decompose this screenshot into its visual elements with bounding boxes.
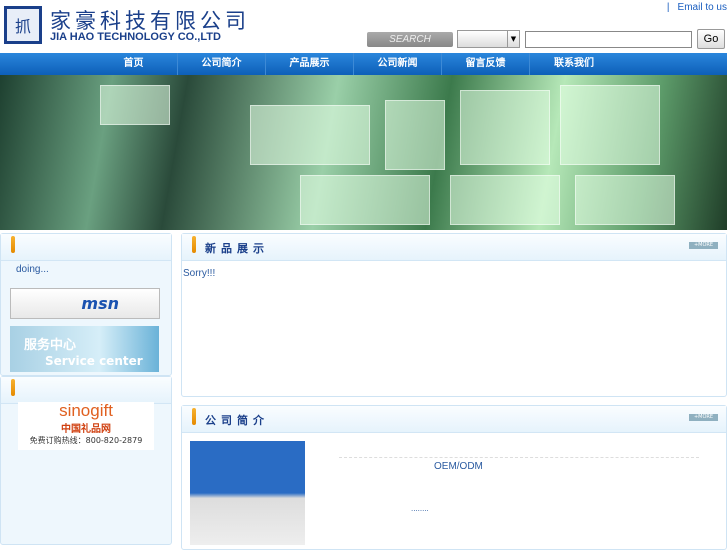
separator: | xyxy=(666,2,670,13)
products-content: Sorry!!! xyxy=(183,268,216,279)
products-more-button[interactable]: +MORE xyxy=(689,242,718,249)
nav-products[interactable]: 产品展示 xyxy=(266,53,354,75)
company-name-en: JIA HAO TECHNOLOGY CO.,LTD xyxy=(50,31,221,43)
nav-contact[interactable]: 联系我们 xyxy=(530,53,618,75)
panel-header: 新品展示 +MORE xyxy=(182,234,726,261)
more-dots: ........ xyxy=(411,504,429,513)
email-area: | Email to us xyxy=(667,2,727,13)
nav-about[interactable]: 公司简介 xyxy=(178,53,266,75)
search-label: SEARCH xyxy=(367,32,453,47)
sinogift-cn: 中国礼品网 xyxy=(61,424,111,435)
msn-label: msn xyxy=(81,294,119,313)
products-title: 新品展示 xyxy=(205,242,269,255)
orange-bar-icon xyxy=(11,236,15,253)
sinogift-hotline: 免费订购热线：800-820-2879 xyxy=(29,436,143,445)
sinogift-logo: sinogift xyxy=(59,401,113,420)
company-photo xyxy=(190,441,305,545)
chevron-down-icon[interactable]: ▼ xyxy=(507,31,519,47)
orange-bar-icon xyxy=(192,236,196,253)
main-nav: 首页 公司简介 产品展示 公司新闻 留言反馈 联系我们 xyxy=(0,53,727,75)
service-en: Service center xyxy=(45,354,143,368)
about-title: 公司简介 xyxy=(205,414,269,427)
orange-bar-icon xyxy=(11,379,15,396)
banner-image xyxy=(0,75,727,230)
search-input[interactable] xyxy=(525,31,692,48)
sinogift-link[interactable]: sinogift 中国礼品网 免费订购热线：800-820-2879 xyxy=(18,402,154,450)
panel-header: 公司简介 +MORE xyxy=(182,406,726,433)
nav-home[interactable]: 首页 xyxy=(90,53,178,75)
service-cn: 服务中心 xyxy=(24,338,77,353)
service-center-banner[interactable]: 服务中心 Service center xyxy=(10,326,159,372)
oem-text: OEM/ODM xyxy=(434,461,483,472)
nav-news[interactable]: 公司新闻 xyxy=(354,53,442,75)
about-more-button[interactable]: +MORE xyxy=(689,414,718,421)
email-link[interactable]: Email to us xyxy=(678,2,727,13)
status-text: doing... xyxy=(16,264,49,275)
logo-icon[interactable]: 抓 xyxy=(4,6,42,44)
panel-header xyxy=(1,377,171,404)
orange-bar-icon xyxy=(192,408,196,425)
divider xyxy=(339,457,699,458)
nav-feedback[interactable]: 留言反馈 xyxy=(442,53,530,75)
go-button[interactable]: Go xyxy=(697,29,725,49)
search-category-select[interactable]: ▼ xyxy=(457,30,520,48)
panel-header xyxy=(1,234,171,261)
msn-button[interactable]: msn xyxy=(10,288,160,319)
products-panel: 新品展示 +MORE Sorry!!! xyxy=(181,233,727,397)
